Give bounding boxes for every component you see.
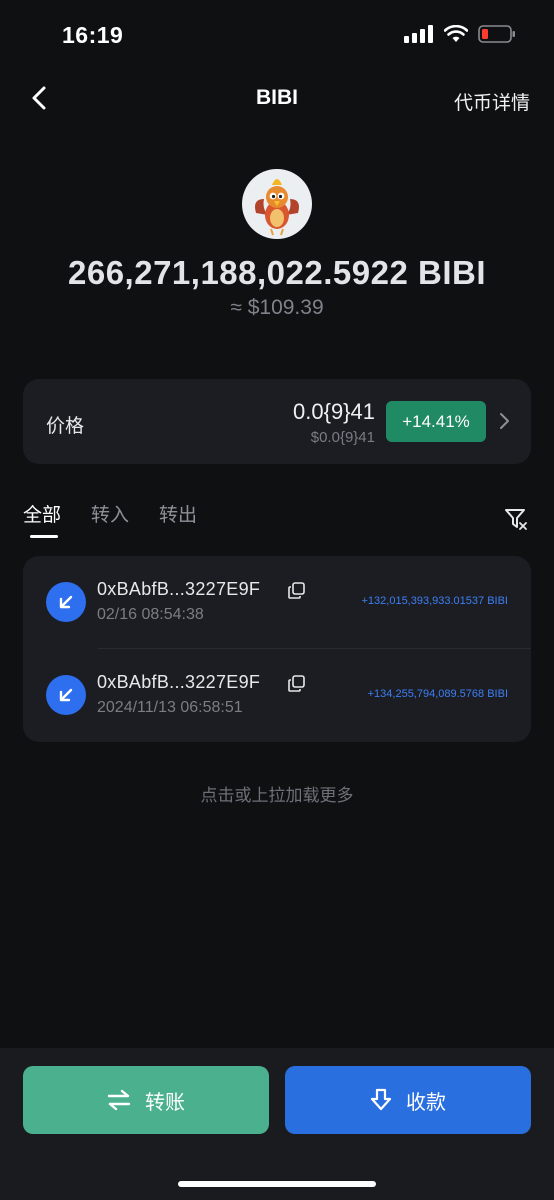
- receive-button[interactable]: 收款: [285, 1066, 531, 1134]
- load-more-link[interactable]: 点击或上拉加载更多: [0, 781, 554, 806]
- tab-incoming[interactable]: 转入: [91, 500, 129, 527]
- swap-arrows-icon: [107, 1089, 131, 1111]
- transaction-address: 0xBAbfB...3227E9F: [97, 579, 261, 599]
- transaction-address: 0xBAbfB...3227E9F: [97, 672, 261, 692]
- transaction-amount: +134,255,794,089.5768 BIBI: [367, 688, 508, 700]
- fiat-value: ≈ $109.39: [230, 296, 324, 319]
- transaction-time: 2024/11/13 06:58:51: [97, 699, 243, 716]
- price-change-badge: +14.41%: [386, 401, 486, 442]
- bird-mascot-icon: [255, 179, 299, 236]
- download-arrow-icon: [370, 1088, 392, 1111]
- chevron-right-icon: [500, 413, 509, 429]
- transfer-button[interactable]: 转账: [23, 1066, 269, 1134]
- active-tab-indicator: [30, 535, 58, 538]
- wifi-icon: [444, 25, 468, 42]
- transaction-list: 0xBAbfB...3227E9F 02/16 08:54:38 +132,01…: [23, 556, 531, 742]
- token-balance: 266,271,188,022.5922 BIBI: [68, 254, 486, 291]
- price-card[interactable]: 价格 0.0{9}41 $0.0{9}41 +14.41%: [23, 379, 531, 464]
- filter-icon[interactable]: [504, 508, 528, 530]
- incoming-arrow-icon: [46, 582, 86, 622]
- home-indicator: [178, 1181, 376, 1187]
- incoming-arrow-icon: [46, 675, 86, 715]
- transfer-label: 转账: [145, 1091, 185, 1114]
- tab-all[interactable]: 全部: [23, 500, 61, 527]
- battery-icon: [478, 25, 515, 43]
- status-time: 16:19: [62, 22, 124, 48]
- transaction-row[interactable]: 0xBAbfB...3227E9F 02/16 08:54:38 +132,01…: [23, 556, 531, 649]
- tab-outgoing[interactable]: 转出: [159, 500, 197, 527]
- copy-icon[interactable]: [288, 582, 305, 599]
- receive-label: 收款: [406, 1091, 446, 1114]
- price-fiat: $0.0{9}41: [310, 429, 375, 446]
- transaction-row[interactable]: 0xBAbfB...3227E9F 2024/11/13 06:58:51 +1…: [23, 649, 531, 742]
- token-details-link[interactable]: 代币详情: [454, 88, 530, 115]
- status-icons: [404, 24, 516, 44]
- token-logo: [242, 169, 312, 239]
- price-label: 价格: [46, 416, 85, 437]
- copy-icon[interactable]: [288, 675, 305, 692]
- price-value: 0.0{9}41: [293, 399, 375, 424]
- transaction-amount: +132,015,393,933.01537 BIBI: [361, 595, 509, 607]
- transaction-time: 02/16 08:54:38: [97, 606, 204, 623]
- signal-icon: [404, 25, 433, 43]
